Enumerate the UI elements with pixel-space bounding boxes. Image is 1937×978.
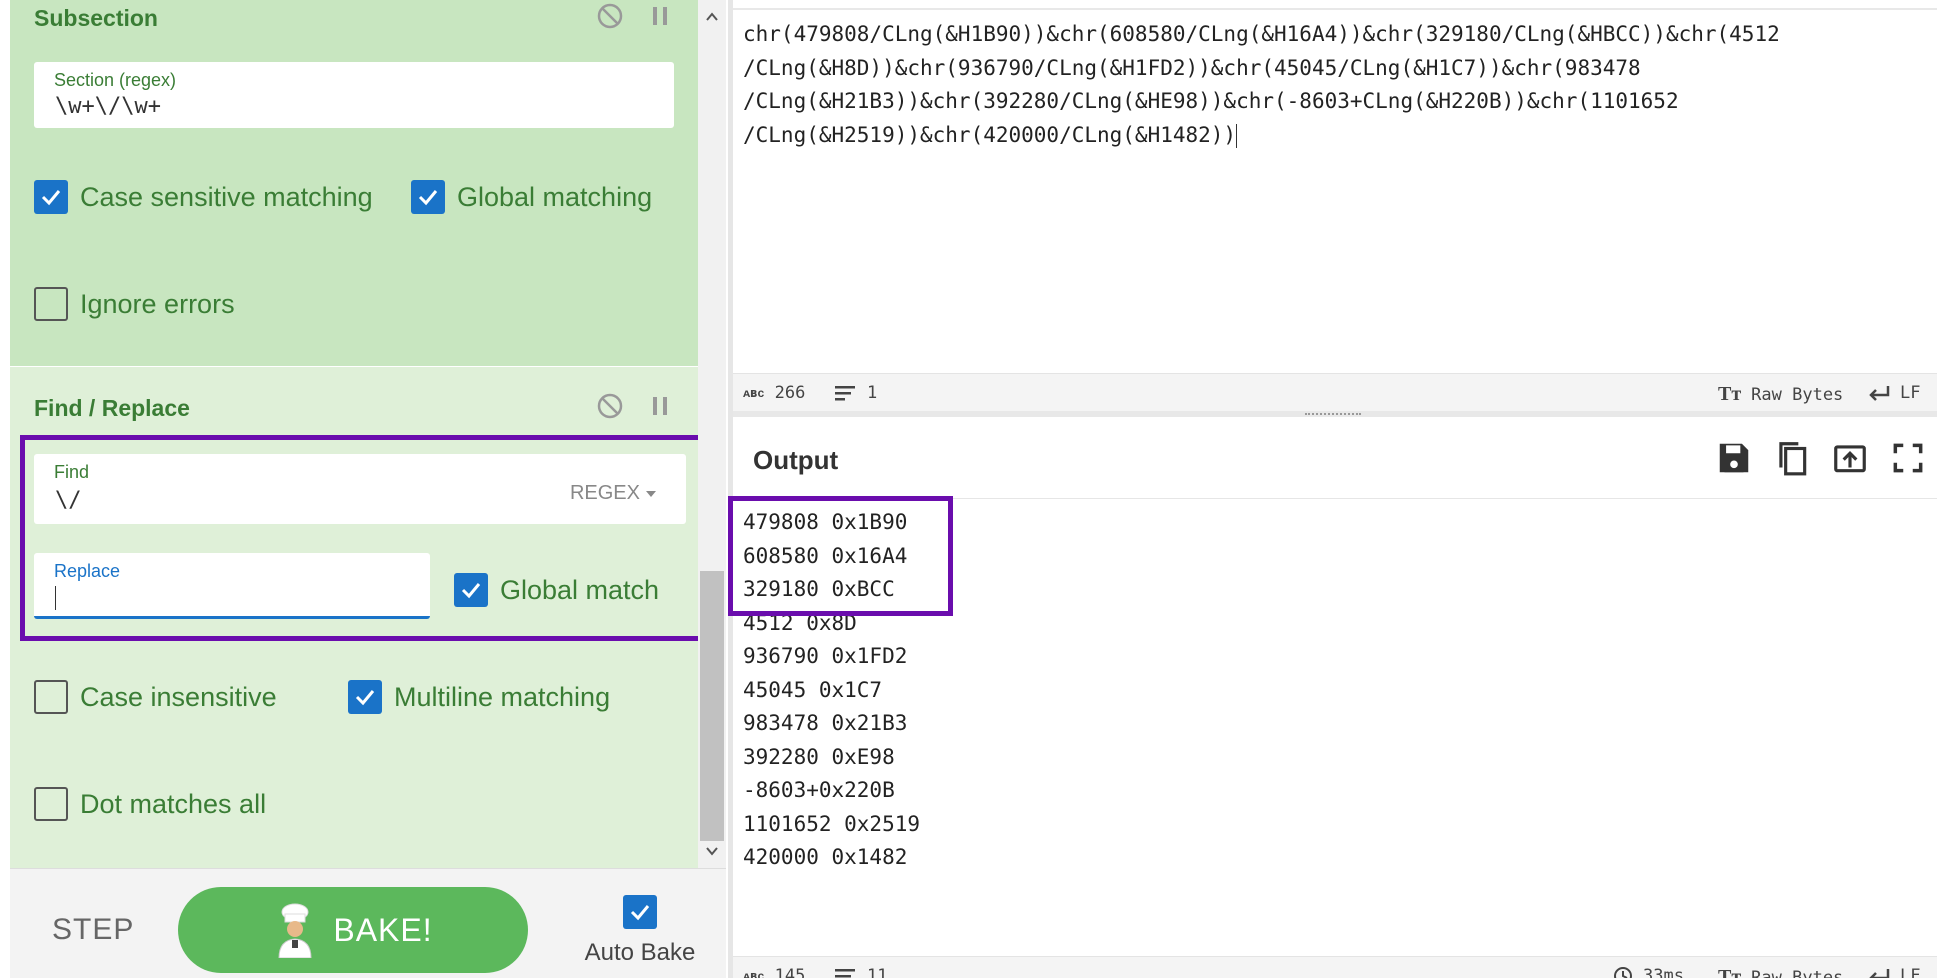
step-button[interactable]: STEP xyxy=(52,913,134,947)
global-matching-label: Global matching xyxy=(457,181,653,212)
subsection-title: Subsection xyxy=(34,5,158,31)
output-highlight-box xyxy=(728,496,953,616)
output-line-count: 11 xyxy=(835,966,887,978)
chef-icon xyxy=(278,903,312,958)
input-line-count: 1 xyxy=(835,383,877,403)
recipe-list: Subsection Section (regex) \w+\/\w+ Case… xyxy=(10,0,698,868)
dot-matches-all-label: Dot matches all xyxy=(80,788,267,819)
input-text[interactable]: chr(479808/CLng(&H1B90))&chr(608580/CLng… xyxy=(743,18,1780,152)
clock-icon xyxy=(1614,967,1632,978)
abc-icon: ᴀʙᴄ xyxy=(743,968,765,978)
output-bake-time: 33ms xyxy=(1613,966,1684,978)
input-status-bar: ᴀʙᴄ 266 1 Tт Raw Bytes LF xyxy=(733,373,1937,411)
auto-bake-toggle[interactable]: Auto Bake xyxy=(580,895,700,967)
checkbox-checked-icon[interactable] xyxy=(348,680,382,714)
bake-label: BAKE! xyxy=(333,911,433,948)
case-insensitive-checkbox[interactable]: Case insensitive xyxy=(34,680,277,714)
multiline-checkbox[interactable]: Multiline matching xyxy=(348,680,610,714)
return-icon xyxy=(1869,386,1890,401)
pause-icon[interactable] xyxy=(646,2,674,30)
checkbox-checked-icon[interactable] xyxy=(34,180,68,214)
checkbox-unchecked-icon[interactable] xyxy=(34,287,68,321)
save-icon[interactable] xyxy=(1715,439,1753,477)
case-sensitive-label: Case sensitive matching xyxy=(80,181,373,212)
disable-icon[interactable] xyxy=(596,2,624,30)
section-regex-label: Section (regex) xyxy=(54,70,177,90)
checkbox-checked-icon[interactable] xyxy=(411,180,445,214)
auto-bake-label: Auto Bake xyxy=(584,939,696,966)
lines-icon xyxy=(835,969,855,978)
replace-input-icon[interactable] xyxy=(1831,439,1869,477)
checkbox-checked-icon[interactable] xyxy=(623,895,657,929)
output-eol-button[interactable]: LF xyxy=(1868,966,1920,978)
text-cursor xyxy=(1236,123,1238,148)
ignore-errors-label: Ignore errors xyxy=(80,288,235,319)
input-area[interactable]: chr(479808/CLng(&H1B90))&chr(608580/CLng… xyxy=(733,8,1937,372)
copy-icon[interactable] xyxy=(1773,439,1811,477)
abc-icon: ᴀʙᴄ xyxy=(743,385,765,400)
recipe-scrollbar[interactable] xyxy=(698,0,726,868)
output-status-bar: ᴀʙᴄ 145 11 33ms Tт Raw Bytes LF xyxy=(733,956,1937,978)
text-type-icon: Tт xyxy=(1718,966,1742,978)
text-type-icon: Tт xyxy=(1718,383,1742,405)
io-panel: chr(479808/CLng(&H1B90))&chr(608580/CLng… xyxy=(728,0,1937,978)
case-insensitive-label: Case insensitive xyxy=(80,681,277,712)
highlight-box xyxy=(20,435,698,641)
subsection-operation: Subsection Section (regex) \w+\/\w+ Case… xyxy=(10,0,698,366)
output-char-count: ᴀʙᴄ 145 xyxy=(743,966,805,978)
scroll-down-icon[interactable] xyxy=(705,844,719,858)
output-title: Output xyxy=(753,445,839,475)
return-icon xyxy=(1869,969,1890,978)
find-replace-title: Find / Replace xyxy=(34,395,190,421)
input-eol-button[interactable]: LF xyxy=(1868,383,1920,403)
output-header: Output xyxy=(733,417,1937,499)
checkbox-unchecked-icon[interactable] xyxy=(34,787,68,821)
case-sensitive-checkbox[interactable]: Case sensitive matching xyxy=(34,180,373,214)
output-toolbar xyxy=(1715,439,1927,477)
ignore-errors-checkbox[interactable]: Ignore errors xyxy=(34,287,235,321)
pause-icon[interactable] xyxy=(646,392,674,420)
bake-controls: STEP BAKE! Auto Bake xyxy=(10,868,726,978)
global-matching-checkbox[interactable]: Global matching xyxy=(411,180,652,214)
recipe-panel: Subsection Section (regex) \w+\/\w+ Case… xyxy=(0,0,728,978)
output-encoding-button[interactable]: Tт Raw Bytes xyxy=(1718,966,1843,978)
input-char-count: ᴀʙᴄ 266 xyxy=(743,383,806,403)
grip-icon xyxy=(1305,413,1361,415)
checkbox-unchecked-icon[interactable] xyxy=(34,680,68,714)
lines-icon xyxy=(835,386,855,401)
disable-icon[interactable] xyxy=(596,392,624,420)
maximise-icon[interactable] xyxy=(1889,439,1927,477)
bake-button[interactable]: BAKE! xyxy=(178,887,528,973)
dot-matches-all-checkbox[interactable]: Dot matches all xyxy=(34,787,266,821)
scroll-up-icon[interactable] xyxy=(705,10,719,24)
multiline-label: Multiline matching xyxy=(394,681,611,712)
subsection-controls xyxy=(596,2,674,30)
input-encoding-button[interactable]: Tт Raw Bytes xyxy=(1718,383,1843,406)
section-regex-field[interactable]: Section (regex) \w+\/\w+ xyxy=(34,62,674,128)
section-regex-value[interactable]: \w+\/\w+ xyxy=(55,94,161,119)
scrollbar-thumb[interactable] xyxy=(700,571,724,841)
find-replace-controls xyxy=(596,392,674,420)
